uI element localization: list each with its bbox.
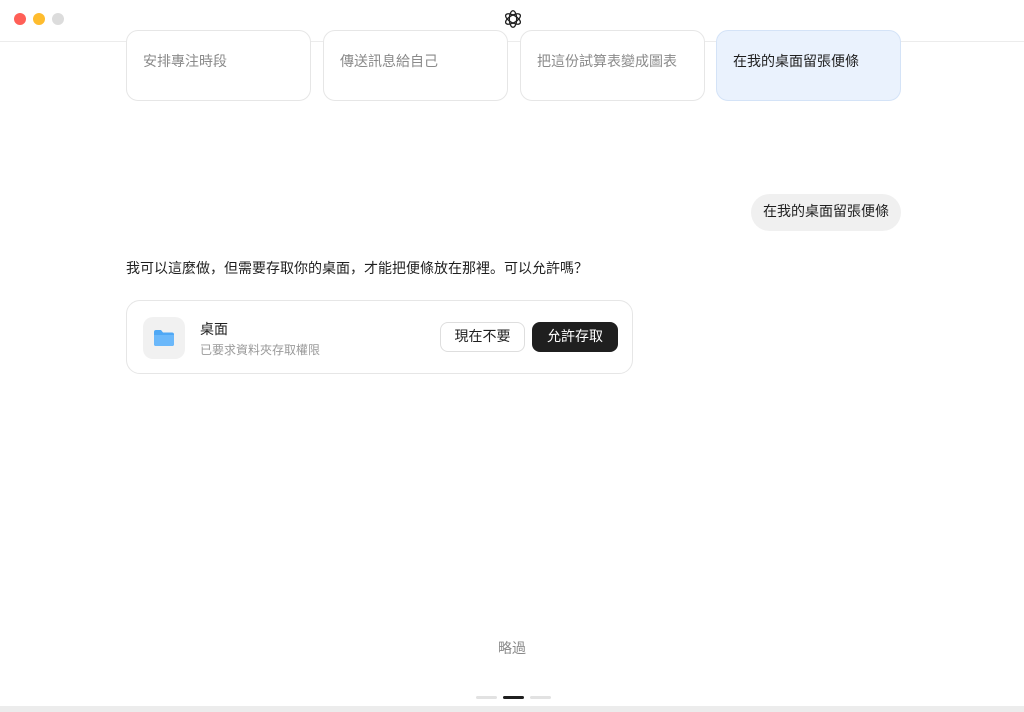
- suggestion-card-selected[interactable]: 在我的桌面留張便條: [716, 30, 901, 101]
- suggestion-card[interactable]: 把這份試算表變成圖表: [520, 30, 705, 101]
- suggestion-label: 安排專注時段: [143, 54, 227, 70]
- skip-link[interactable]: 略過: [0, 638, 1024, 658]
- minimize-window-button[interactable]: [33, 13, 45, 25]
- page-dot[interactable]: [530, 696, 551, 699]
- allow-access-button[interactable]: 允許存取: [532, 322, 618, 352]
- page-dot[interactable]: [476, 696, 497, 699]
- permission-title: 桌面: [200, 322, 228, 338]
- suggestion-card[interactable]: 傳送訊息給自己: [323, 30, 508, 101]
- suggestion-cards: 安排專注時段 傳送訊息給自己 把這份試算表變成圖表 在我的桌面留張便條: [0, 30, 1024, 102]
- permission-request-card: 桌面 已要求資料夾存取權限 現在不要 允許存取: [126, 300, 633, 374]
- user-message-bubble: 在我的桌面留張便條: [751, 194, 901, 231]
- assistant-message: 我可以這麼做，但需要存取你的桌面，才能把便條放在那裡。可以允許嗎？: [126, 261, 588, 277]
- folder-icon: [154, 330, 174, 346]
- suggestion-card[interactable]: 安排專注時段: [126, 30, 311, 101]
- maximize-window-button[interactable]: [52, 13, 64, 25]
- app-logo-icon: [504, 10, 522, 28]
- not-now-button[interactable]: 現在不要: [440, 322, 525, 352]
- close-window-button[interactable]: [14, 13, 26, 25]
- folder-icon-container: [143, 317, 185, 359]
- window-bottom-edge: [0, 706, 1024, 712]
- page-dot-active[interactable]: [503, 696, 524, 699]
- permission-subtitle: 已要求資料夾存取權限: [200, 343, 321, 357]
- suggestion-label: 傳送訊息給自己: [340, 54, 438, 70]
- page-indicator: [476, 696, 552, 699]
- suggestion-label: 在我的桌面留張便條: [733, 54, 859, 70]
- suggestion-label: 把這份試算表變成圖表: [537, 54, 677, 70]
